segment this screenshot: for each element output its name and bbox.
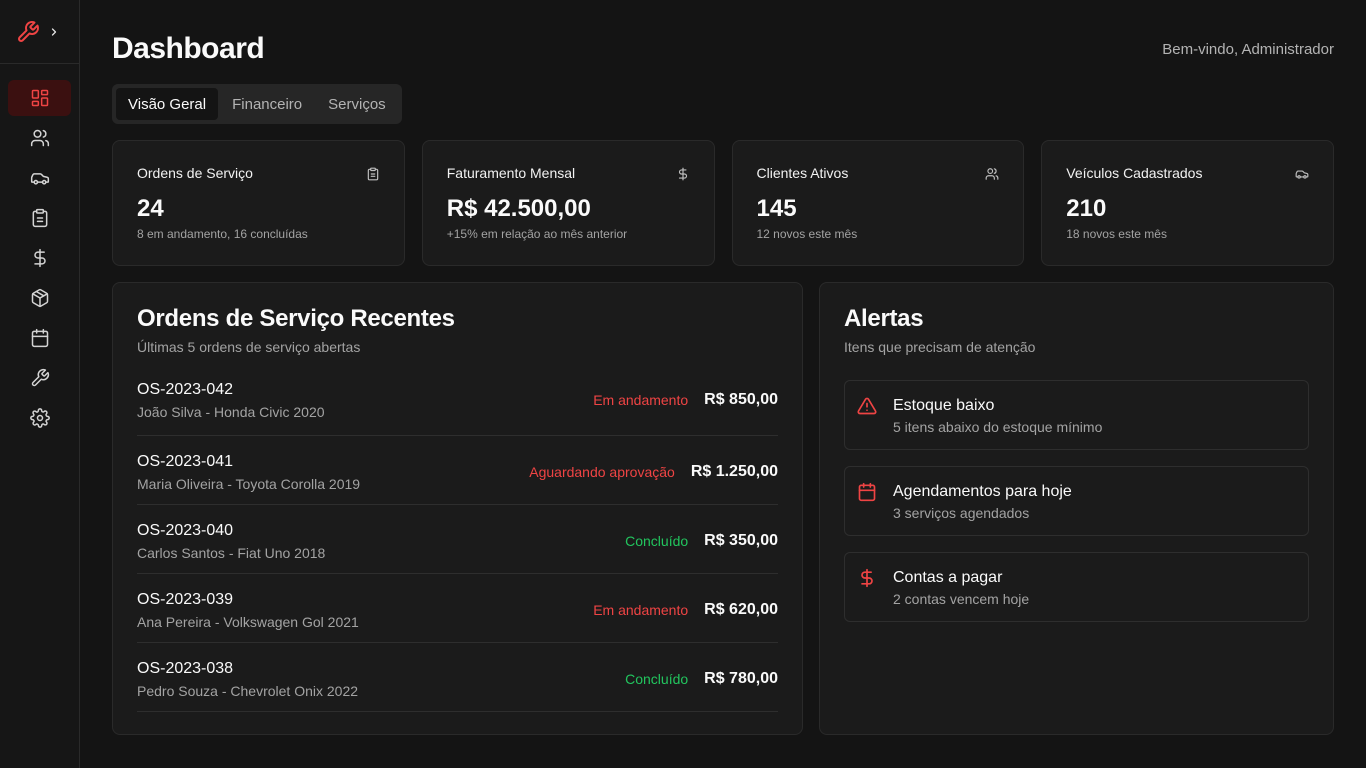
stat-label: Ordens de Serviço xyxy=(137,165,253,181)
car-icon xyxy=(1295,167,1309,181)
order-status: Concluído xyxy=(625,533,689,549)
dollar-icon xyxy=(676,167,690,181)
order-id: OS-2023-038 xyxy=(137,660,234,677)
order-row[interactable]: OS-2023-038 Pedro Souza - Chevrolet Onix… xyxy=(137,643,778,712)
tab-servicos[interactable]: Serviços xyxy=(316,88,398,120)
stat-card-faturamento: Faturamento Mensal R$ 42.500,00 +15% em … xyxy=(421,140,715,266)
order-row[interactable]: OS-2023-042 João Silva - Honda Civic 202… xyxy=(137,381,778,436)
calendar-icon xyxy=(857,482,877,521)
alert-item-agendamentos[interactable]: Agendamentos para hoje 3 serviços agenda… xyxy=(844,466,1309,536)
clipboard-icon xyxy=(366,167,380,181)
sidebar-toggle[interactable] xyxy=(16,20,60,44)
order-status: Concluído xyxy=(625,671,689,687)
users-icon xyxy=(30,128,50,148)
dashboard-icon xyxy=(30,88,50,108)
alert-title: Contas a pagar xyxy=(893,569,1003,586)
order-id: OS-2023-041 xyxy=(137,453,234,470)
stat-subtext: +15% em relação ao mês anterior xyxy=(446,227,628,241)
sidebar-divider xyxy=(0,63,79,64)
wrench-icon xyxy=(16,20,40,44)
order-price: R$ 620,00 xyxy=(704,601,778,618)
alerts-list: Estoque baixo 5 itens abaixo do estoque … xyxy=(844,380,1309,622)
settings-icon xyxy=(29,408,50,428)
recent-orders-panel: Ordens de Serviço Recentes Últimas 5 ord… xyxy=(112,282,803,735)
order-status: Em andamento xyxy=(593,392,689,408)
sidebar xyxy=(0,0,80,768)
sidebar-item-dashboard[interactable] xyxy=(8,80,71,116)
stat-subtext: 8 em andamento, 16 concluídas xyxy=(137,227,308,241)
stats-row: Ordens de Serviço 24 8 em andamento, 16 … xyxy=(112,140,1334,266)
alert-item-contas[interactable]: Contas a pagar 2 contas vencem hoje xyxy=(844,552,1309,622)
alerts-panel: Alertas Itens que precisam de atenção Es… xyxy=(819,282,1334,735)
stat-card-veiculos: Veículos Cadastrados 210 18 novos este m… xyxy=(1041,140,1334,266)
order-description: João Silva - Honda Civic 2020 xyxy=(137,404,325,420)
clipboard-icon xyxy=(30,208,50,228)
stat-card-clientes: Clientes Ativos 145 12 novos este mês xyxy=(731,140,1025,266)
package-icon xyxy=(30,288,50,308)
page-title: Dashboard xyxy=(112,32,265,65)
order-id: OS-2023-039 xyxy=(137,591,234,608)
panel-subtitle: Últimas 5 ordens de serviço abertas xyxy=(137,339,361,355)
stat-card-ordens: Ordens de Serviço 24 8 em andamento, 16 … xyxy=(112,140,405,266)
sidebar-item-servicos[interactable] xyxy=(8,360,71,396)
stat-subtext: 12 novos este mês xyxy=(756,227,858,241)
order-price: R$ 1.250,00 xyxy=(690,463,778,480)
alert-item-estoque[interactable]: Estoque baixo 5 itens abaixo do estoque … xyxy=(844,380,1309,450)
order-description: Carlos Santos - Fiat Uno 2018 xyxy=(137,545,326,561)
dollar-icon xyxy=(857,568,877,607)
order-price: R$ 850,00 xyxy=(704,391,778,408)
order-description: Pedro Souza - Chevrolet Onix 2022 xyxy=(137,683,359,699)
welcome-text: Bem-vindo, Administrador xyxy=(1162,41,1334,58)
sidebar-item-financeiro[interactable] xyxy=(8,240,71,276)
users-icon xyxy=(985,167,999,181)
panel-subtitle: Itens que precisam de atenção xyxy=(844,339,1036,355)
sidebar-item-agenda[interactable] xyxy=(8,320,71,356)
alert-description: 3 serviços agendados xyxy=(893,505,1030,521)
wrench-icon xyxy=(30,368,50,388)
panel-title: Ordens de Serviço Recentes xyxy=(137,305,455,332)
stat-subtext: 18 novos este mês xyxy=(1066,227,1167,241)
tab-visao-geral[interactable]: Visão Geral xyxy=(116,88,219,120)
tab-list: Visão Geral Financeiro Serviços xyxy=(112,84,402,124)
alert-description: 5 itens abaixo do estoque mínimo xyxy=(893,419,1103,435)
stat-value: 210 xyxy=(1066,195,1107,222)
order-price: R$ 350,00 xyxy=(704,532,778,549)
sidebar-item-veiculos[interactable] xyxy=(8,160,71,196)
sidebar-item-configuracoes[interactable] xyxy=(8,400,71,436)
stat-value: R$ 42.500,00 xyxy=(446,195,591,222)
panel-title: Alertas xyxy=(844,305,924,332)
order-description: Maria Oliveira - Toyota Corolla 2019 xyxy=(137,476,361,492)
stat-value: 145 xyxy=(756,195,797,222)
alert-title: Agendamentos para hoje xyxy=(893,483,1072,500)
calendar-icon xyxy=(30,328,50,348)
car-icon xyxy=(30,168,50,188)
sidebar-nav xyxy=(8,80,71,440)
order-description: Ana Pereira - Volkswagen Gol 2021 xyxy=(137,614,359,630)
stat-value: 24 xyxy=(137,195,164,222)
alert-title: Estoque baixo xyxy=(893,397,995,414)
order-status: Em andamento xyxy=(593,602,689,618)
stat-label: Veículos Cadastrados xyxy=(1066,165,1203,181)
sidebar-item-clientes[interactable] xyxy=(8,120,71,156)
order-status: Aguardando aprovação xyxy=(529,464,675,480)
sidebar-item-ordens[interactable] xyxy=(8,200,71,236)
tab-financeiro[interactable]: Financeiro xyxy=(220,88,314,120)
warning-icon xyxy=(857,396,877,435)
order-row[interactable]: OS-2023-041 Maria Oliveira - Toyota Coro… xyxy=(137,436,778,505)
dollar-icon xyxy=(30,248,50,268)
stat-label: Clientes Ativos xyxy=(756,165,849,181)
order-row[interactable]: OS-2023-039 Ana Pereira - Volkswagen Gol… xyxy=(137,574,778,643)
stat-label: Faturamento Mensal xyxy=(446,165,576,181)
order-id: OS-2023-040 xyxy=(137,522,234,539)
chevron-right-icon xyxy=(48,26,60,38)
order-price: R$ 780,00 xyxy=(704,670,778,687)
orders-list: OS-2023-042 João Silva - Honda Civic 202… xyxy=(137,381,778,712)
order-id: OS-2023-042 xyxy=(137,381,234,398)
sidebar-item-estoque[interactable] xyxy=(8,280,71,316)
order-row[interactable]: OS-2023-040 Carlos Santos - Fiat Uno 201… xyxy=(137,505,778,574)
alert-description: 2 contas vencem hoje xyxy=(893,591,1030,607)
